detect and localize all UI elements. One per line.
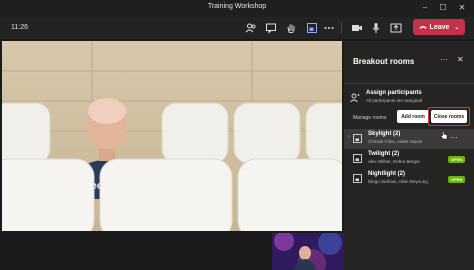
room-name: Twilight (2)	[368, 151, 400, 157]
status-badge: OPEN	[448, 156, 466, 163]
self-view-thumbnail[interactable]	[272, 233, 344, 270]
room-icon	[353, 174, 362, 183]
room-name: Nightlight (2)	[368, 171, 405, 177]
chat-icon[interactable]	[265, 22, 277, 34]
video-presenter-image: peer	[2, 41, 342, 231]
more-options-icon[interactable]	[323, 22, 335, 34]
assign-participants-icon	[350, 93, 360, 103]
status-badge: OPEN	[448, 176, 466, 183]
room-item-skylight[interactable]: › Skylight (2) Christie Cline, Adele Van…	[344, 129, 474, 149]
meeting-toolbar: 11:26	[0, 17, 474, 39]
assign-participants-item[interactable]: Assign participants All participants are…	[348, 88, 470, 108]
close-icon[interactable]: ✕	[457, 55, 464, 64]
assign-participants-subtitle: All participants are assigned	[366, 98, 423, 103]
self-view-image	[272, 233, 344, 270]
room-icon	[353, 154, 362, 163]
minimize-icon[interactable]: –	[418, 2, 432, 14]
close-icon[interactable]: ✕	[455, 2, 469, 14]
assign-participants-title: Assign participants	[366, 90, 422, 96]
more-options-icon[interactable]: ···	[440, 55, 448, 64]
chevron-right-icon[interactable]: ›	[348, 134, 350, 140]
panel-divider	[344, 83, 474, 84]
room-name: Skylight (2)	[368, 131, 401, 137]
participants-icon[interactable]	[245, 22, 257, 34]
room-icon	[353, 134, 362, 143]
room-members: Alex Wilber, Debra Berger	[368, 159, 421, 164]
main-video-feed: peer	[2, 41, 342, 231]
toolbar-divider	[341, 22, 342, 34]
window-title-bar: Training Workshop – ☐ ✕	[0, 0, 474, 17]
camera-icon[interactable]	[351, 22, 363, 34]
room-members: Christie Cline, Adele Vance	[368, 139, 423, 144]
chevron-down-icon[interactable]: ⌄	[454, 24, 459, 31]
meeting-timer: 11:26	[11, 24, 28, 31]
maximize-icon[interactable]: ☐	[436, 2, 450, 14]
hand-cursor-icon	[440, 130, 448, 140]
room-item-twilight[interactable]: Twilight (2) Alex Wilber, Debra Berger O…	[344, 149, 474, 169]
room-item-nightlight[interactable]: Nightlight (2) Diego Siciliani, Allan De…	[344, 169, 474, 189]
panel-title: Breakout rooms	[353, 57, 415, 66]
breakout-rooms-icon[interactable]	[306, 22, 318, 34]
phone-hangup-icon	[419, 26, 427, 29]
leave-label: Leave	[429, 23, 450, 31]
mic-icon[interactable]	[370, 22, 382, 34]
manage-rooms-label: Manage rooms	[353, 115, 387, 121]
window-title: Training Workshop	[207, 3, 267, 10]
more-options-icon[interactable]: ···	[450, 133, 458, 142]
raise-hand-icon[interactable]	[285, 22, 297, 34]
share-icon[interactable]	[390, 22, 402, 34]
close-rooms-button[interactable]: Close rooms	[431, 110, 467, 123]
add-room-button[interactable]: Add room	[397, 110, 429, 123]
leave-button[interactable]: Leave ⌄	[413, 19, 465, 35]
room-members: Diego Siciliani, Allan Deyoung	[368, 179, 428, 184]
breakout-rooms-panel: Breakout rooms ··· ✕ Assign participants…	[344, 41, 474, 270]
